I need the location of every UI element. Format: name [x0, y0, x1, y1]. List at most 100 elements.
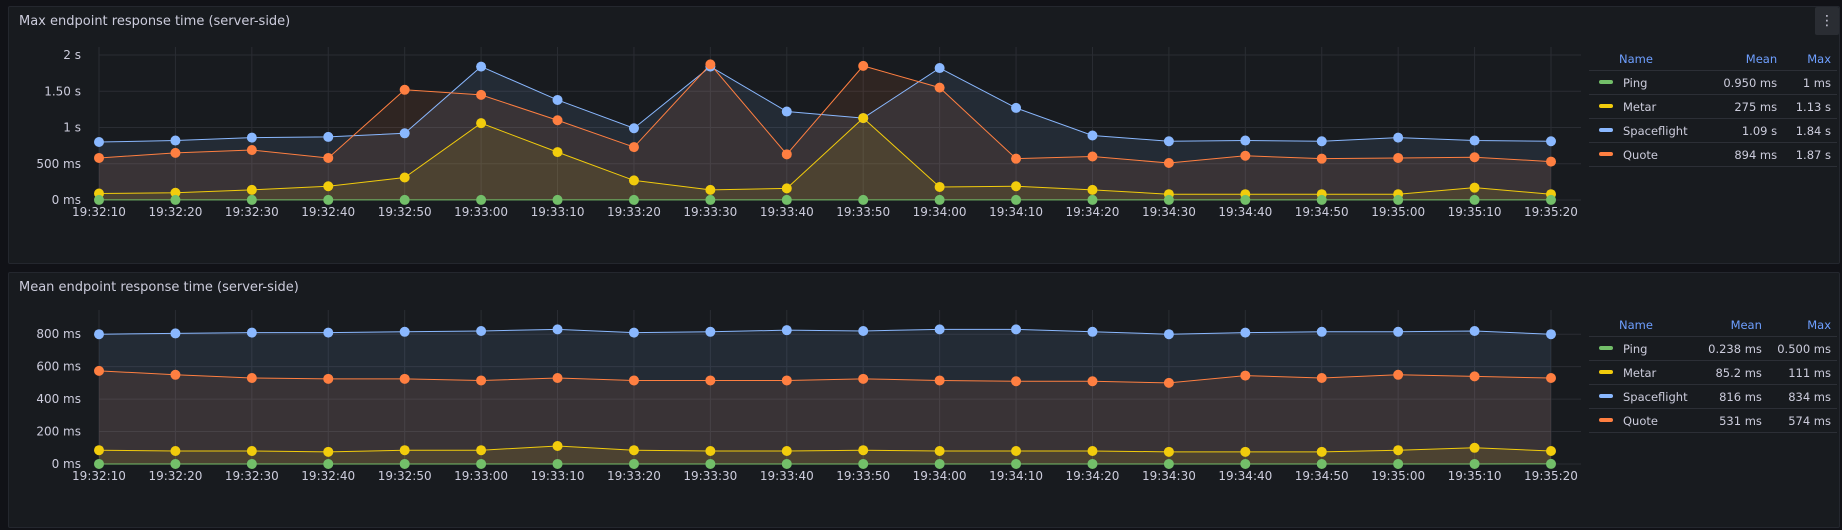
data-point-metar[interactable]	[1240, 446, 1251, 457]
data-point-spaceflight[interactable]	[170, 328, 181, 339]
data-point-ping[interactable]	[1240, 194, 1251, 205]
data-point-quote[interactable]	[781, 375, 792, 386]
data-point-metar[interactable]	[705, 446, 716, 457]
data-point-metar[interactable]	[858, 445, 869, 456]
data-point-metar[interactable]	[934, 446, 945, 457]
data-point-quote[interactable]	[858, 60, 869, 71]
data-point-spaceflight[interactable]	[858, 325, 869, 336]
legend-row-ping[interactable]: Ping 0.238 ms 0.500 ms	[1589, 336, 1837, 361]
data-point-spaceflight[interactable]	[781, 325, 792, 336]
data-point-metar[interactable]	[1011, 181, 1022, 192]
data-point-ping[interactable]	[323, 458, 334, 469]
data-point-quote[interactable]	[628, 142, 639, 153]
data-point-metar[interactable]	[323, 446, 334, 457]
panel-menu-icon[interactable]: ⋮	[1815, 7, 1839, 35]
data-point-metar[interactable]	[1087, 446, 1098, 457]
data-point-ping[interactable]	[781, 458, 792, 469]
data-point-ping[interactable]	[628, 194, 639, 205]
data-point-quote[interactable]	[399, 373, 410, 384]
data-point-metar[interactable]	[476, 445, 487, 456]
data-point-ping[interactable]	[1087, 458, 1098, 469]
data-point-ping[interactable]	[94, 194, 104, 205]
data-point-quote[interactable]	[1011, 376, 1022, 387]
data-point-ping[interactable]	[399, 458, 410, 469]
data-point-ping[interactable]	[476, 194, 487, 205]
data-point-quote[interactable]	[1393, 369, 1404, 380]
data-point-ping[interactable]	[170, 458, 181, 469]
data-point-ping[interactable]	[94, 458, 104, 469]
data-point-ping[interactable]	[552, 194, 563, 205]
data-point-quote[interactable]	[552, 115, 563, 126]
data-point-metar[interactable]	[399, 172, 410, 183]
data-point-quote[interactable]	[1011, 153, 1022, 164]
data-point-spaceflight[interactable]	[552, 94, 563, 105]
data-point-quote[interactable]	[552, 373, 563, 384]
legend-header-name[interactable]: Name	[1589, 47, 1709, 71]
data-point-spaceflight[interactable]	[1163, 329, 1174, 340]
data-point-spaceflight[interactable]	[170, 135, 181, 146]
data-point-spaceflight[interactable]	[323, 327, 334, 338]
legend-row-spaceflight[interactable]: Spaceflight 816 ms 834 ms	[1589, 384, 1837, 409]
data-point-quote[interactable]	[1316, 153, 1327, 164]
data-point-metar[interactable]	[552, 440, 563, 451]
data-point-quote[interactable]	[934, 82, 945, 93]
data-point-ping[interactable]	[934, 194, 945, 205]
data-point-spaceflight[interactable]	[246, 132, 257, 143]
data-point-metar[interactable]	[858, 113, 869, 124]
data-point-quote[interactable]	[94, 152, 104, 163]
data-point-quote[interactable]	[246, 373, 257, 384]
data-point-ping[interactable]	[1163, 458, 1174, 469]
data-point-metar[interactable]	[399, 445, 410, 456]
legend-row-spaceflight[interactable]: Spaceflight 1.09 s 1.84 s	[1589, 118, 1837, 143]
data-point-spaceflight[interactable]	[1011, 324, 1022, 335]
data-point-spaceflight[interactable]	[705, 326, 716, 337]
legend-row-quote[interactable]: Quote 894 ms 1.87 s	[1589, 142, 1837, 167]
data-point-quote[interactable]	[323, 373, 334, 384]
data-point-spaceflight[interactable]	[1087, 326, 1098, 337]
data-point-spaceflight[interactable]	[476, 61, 487, 72]
data-point-quote[interactable]	[628, 375, 639, 386]
data-point-spaceflight[interactable]	[628, 123, 639, 134]
data-point-spaceflight[interactable]	[323, 131, 334, 142]
data-point-ping[interactable]	[170, 194, 181, 205]
legend-header-mean[interactable]: Mean	[1708, 47, 1784, 71]
data-point-quote[interactable]	[1546, 156, 1556, 167]
data-point-spaceflight[interactable]	[1240, 135, 1251, 146]
legend-header-mean[interactable]: Mean	[1698, 313, 1768, 337]
data-point-ping[interactable]	[476, 458, 487, 469]
data-point-quote[interactable]	[170, 369, 181, 380]
data-point-ping[interactable]	[399, 194, 410, 205]
data-point-quote[interactable]	[934, 375, 945, 386]
data-point-metar[interactable]	[1087, 184, 1098, 195]
data-point-ping[interactable]	[705, 458, 716, 469]
data-point-spaceflight[interactable]	[1469, 135, 1480, 146]
data-point-ping[interactable]	[1011, 194, 1022, 205]
data-point-quote[interactable]	[476, 89, 487, 100]
data-point-metar[interactable]	[1546, 446, 1556, 457]
data-point-spaceflight[interactable]	[1011, 102, 1022, 113]
data-point-metar[interactable]	[323, 181, 334, 192]
data-point-metar[interactable]	[1469, 182, 1480, 193]
data-point-quote[interactable]	[781, 149, 792, 160]
data-point-spaceflight[interactable]	[552, 324, 563, 335]
data-point-metar[interactable]	[552, 147, 563, 158]
data-point-spaceflight[interactable]	[934, 324, 945, 335]
data-point-quote[interactable]	[476, 375, 487, 386]
data-point-quote[interactable]	[323, 152, 334, 163]
data-point-spaceflight[interactable]	[399, 128, 410, 139]
data-point-quote[interactable]	[1163, 377, 1174, 388]
data-point-spaceflight[interactable]	[94, 329, 104, 340]
data-point-quote[interactable]	[399, 84, 410, 95]
data-point-ping[interactable]	[1011, 458, 1022, 469]
data-point-ping[interactable]	[858, 458, 869, 469]
data-point-quote[interactable]	[94, 365, 104, 376]
legend-row-metar[interactable]: Metar 275 ms 1.13 s	[1589, 94, 1837, 119]
data-point-quote[interactable]	[1469, 371, 1480, 382]
data-point-quote[interactable]	[1240, 370, 1251, 381]
data-point-spaceflight[interactable]	[1316, 136, 1327, 147]
data-point-quote[interactable]	[1087, 376, 1098, 387]
data-point-quote[interactable]	[705, 59, 716, 70]
legend-header-max[interactable]: Max	[1783, 47, 1837, 71]
legend-row-ping[interactable]: Ping 0.950 ms 1 ms	[1589, 70, 1837, 95]
data-point-quote[interactable]	[1240, 150, 1251, 161]
